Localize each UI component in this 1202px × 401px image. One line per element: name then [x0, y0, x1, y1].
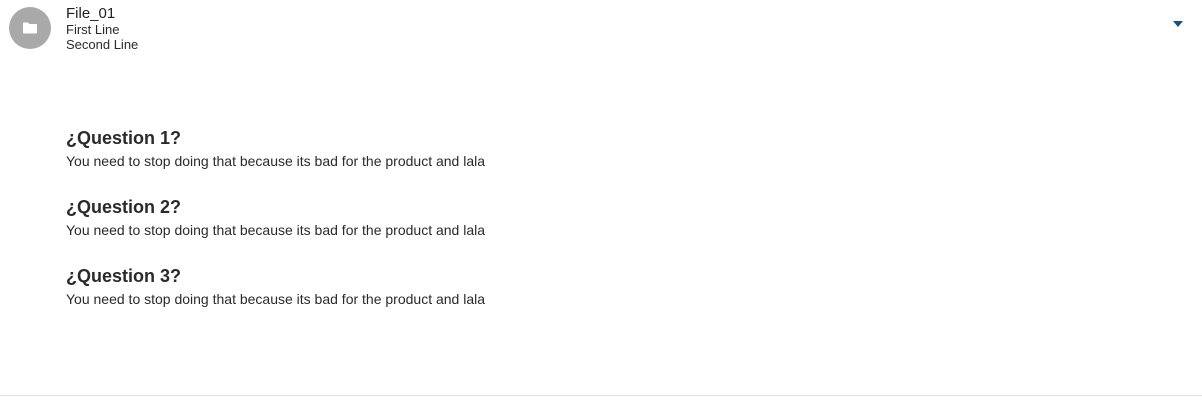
accordion-panel: File_01 First Line Second Line ¿Question… — [0, 0, 1202, 396]
question-heading: ¿Question 3? — [66, 266, 182, 286]
faq-list: ¿Question 1? You need to stop doing that… — [66, 126, 485, 333]
faq-item: ¿Question 1? You need to stop doing that… — [66, 126, 485, 195]
question-heading: ¿Question 2? — [66, 197, 182, 217]
second-line: Second Line — [66, 37, 139, 52]
header-text: File_01 First Line Second Line — [66, 5, 138, 52]
file-title: File_01 — [66, 5, 116, 22]
accordion-header[interactable]: File_01 First Line Second Line — [0, 0, 1202, 60]
answer-text: You need to stop doing that because its … — [66, 153, 486, 169]
expand-toggle[interactable] — [1168, 16, 1188, 34]
answer-text: You need to stop doing that because its … — [66, 291, 486, 307]
question-heading: ¿Question 1? — [66, 128, 182, 148]
answer-text: You need to stop doing that because its … — [66, 222, 486, 238]
avatar — [9, 7, 51, 49]
faq-item: ¿Question 2? You need to stop doing that… — [66, 195, 485, 264]
faq-item: ¿Question 3? You need to stop doing that… — [66, 264, 485, 333]
first-line: First Line — [66, 22, 120, 37]
